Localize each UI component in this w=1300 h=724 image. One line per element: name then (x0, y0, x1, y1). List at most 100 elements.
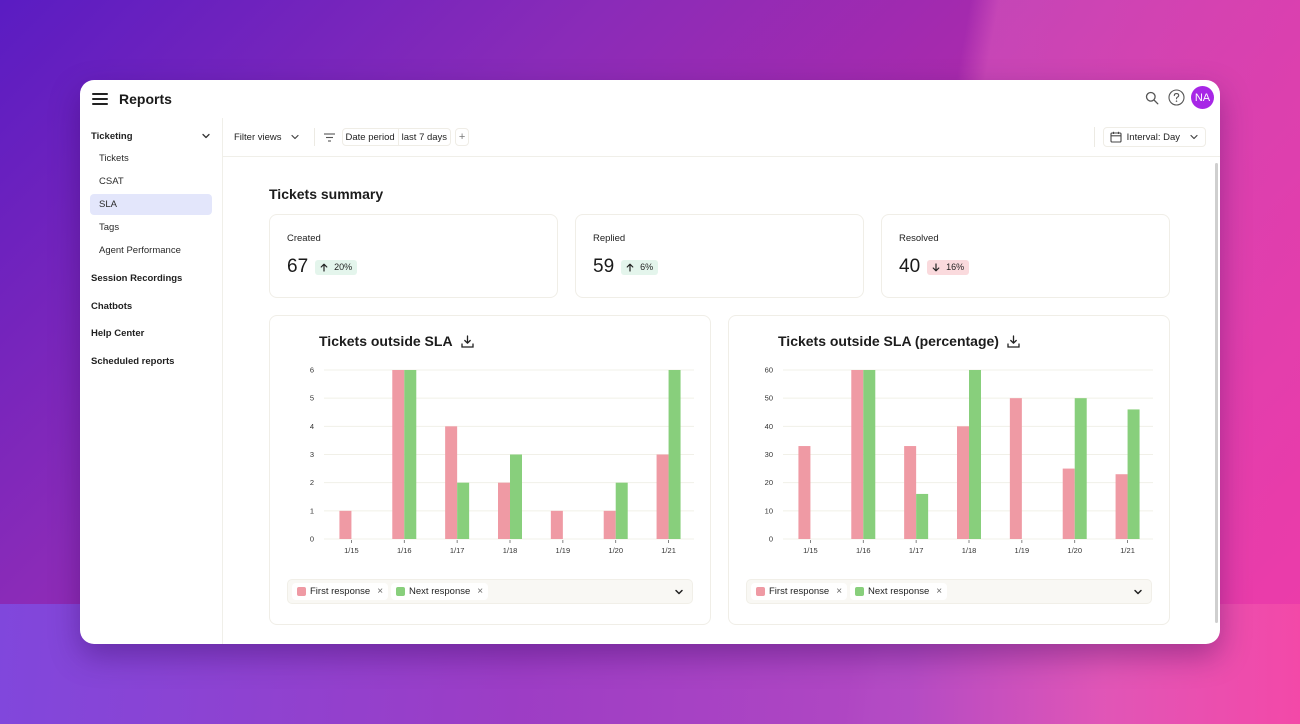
sidebar-item-agent-performance[interactable]: Agent Performance (90, 240, 212, 261)
bar-next-response (615, 482, 628, 539)
close-icon[interactable]: × (377, 586, 383, 597)
body-area: Ticketing Tickets CSAT SLA Tags Agent Pe… (80, 118, 1220, 644)
chart-title: Tickets outside SLA (percentage) (778, 333, 999, 349)
sidebar-item-csat[interactable]: CSAT (90, 171, 212, 192)
x-tick-label: 1/21 (661, 546, 676, 555)
add-filter-button[interactable]: + (455, 128, 470, 146)
legend-item-first-response[interactable]: First response × (751, 583, 848, 600)
x-tick-label: 1/18 (503, 546, 518, 555)
sidebar-item-tags[interactable]: Tags (90, 217, 212, 238)
bar-first-response (1062, 468, 1075, 539)
chevron-down-icon (202, 133, 210, 139)
arrow-down-icon (932, 262, 940, 271)
x-tick-label: 1/17 (909, 546, 924, 555)
legend-swatch (855, 587, 865, 596)
charts-row: Tickets outside SLA 0 1 2 3 4 5 6 1/15 1/16 1/17 1… (269, 315, 1220, 625)
bar-next-response (510, 454, 522, 539)
y-tick-label: 1 (310, 506, 314, 515)
sidebar-item-help-center[interactable]: Help Center (90, 320, 212, 348)
sidebar-item-tickets[interactable]: Tickets (90, 148, 212, 169)
legend-item-first-response[interactable]: First response × (292, 583, 389, 600)
y-tick-label: 60 (765, 366, 773, 375)
y-tick-label: 5 (310, 394, 314, 403)
avatar[interactable]: NA (1191, 86, 1214, 109)
search-icon[interactable] (1143, 89, 1161, 107)
bar-first-response (392, 370, 405, 539)
x-tick-label: 1/15 (803, 546, 818, 555)
legend-bar: First response × Next response × (746, 579, 1152, 604)
interval-dropdown[interactable]: Interval: Day (1102, 127, 1206, 147)
filter-icon[interactable] (323, 132, 336, 143)
filter-views-label: Filter views (234, 131, 282, 143)
bar-first-response (339, 510, 352, 539)
chevron-down-icon[interactable] (674, 587, 684, 597)
chart-card-tickets-outside-sla: Tickets outside SLA 0 1 2 3 4 5 6 1/15 1/16 1/17 1… (269, 315, 711, 625)
bar-first-response (550, 510, 563, 539)
y-tick-label: 30 (765, 450, 773, 459)
close-icon[interactable]: × (936, 586, 942, 597)
date-period-value: last 7 days (401, 131, 448, 143)
sidebar: Ticketing Tickets CSAT SLA Tags Agent Pe… (80, 118, 223, 644)
change-badge: 6% (621, 259, 659, 275)
bar-chart: 0 1 2 3 4 5 6 1/15 1/16 1/17 1/18 1/19 1/20 1/21 (310, 366, 694, 555)
stat-label: Created (287, 233, 321, 244)
sidebar-item-sla[interactable]: SLA (90, 194, 212, 215)
download-icon[interactable] (460, 334, 474, 348)
sidebar-item-scheduled-reports[interactable]: Scheduled reports (90, 348, 212, 376)
close-icon[interactable]: × (477, 586, 483, 597)
bar-next-response (404, 370, 417, 539)
interval-wrap: Interval: Day (1093, 127, 1206, 147)
chevron-down-icon[interactable] (1133, 587, 1143, 597)
filter-bar: Filter views Date period last 7 days + I… (223, 118, 1220, 157)
app-window: Reports NA Ticketing Tickets CSAT SLA Ta… (80, 80, 1220, 644)
x-tick-label: 1/15 (344, 546, 359, 555)
legend-swatch (297, 587, 306, 596)
bar-next-response (1127, 409, 1140, 539)
bar-first-response (1009, 398, 1022, 539)
scrollbar[interactable] (1215, 163, 1218, 623)
bar-first-response (445, 426, 458, 539)
y-tick-label: 20 (765, 478, 773, 487)
legend-bar: First response × Next response × (287, 579, 693, 604)
date-period-filter[interactable]: Date period last 7 days (341, 128, 452, 146)
bar-next-response (457, 482, 470, 539)
sidebar-group-ticketing[interactable]: Ticketing (90, 126, 212, 146)
stat-value: 40 (899, 256, 921, 277)
close-icon[interactable]: × (836, 586, 842, 597)
bar-first-response (603, 510, 616, 539)
download-icon[interactable] (1007, 334, 1020, 348)
bar-next-response (863, 370, 876, 539)
legend-item-next-response[interactable]: Next response × (850, 583, 948, 600)
filter-views-dropdown[interactable]: Filter views (234, 132, 300, 143)
stat-label: Resolved (899, 233, 939, 244)
x-tick-label: 1/17 (450, 546, 465, 555)
calendar-icon (1110, 131, 1122, 143)
arrow-up-icon (626, 263, 634, 272)
top-right-actions: NA (1143, 86, 1214, 109)
page-title: Reports (119, 91, 172, 107)
legend-swatch (756, 587, 765, 596)
sidebar-item-session-recordings[interactable]: Session Recordings (90, 265, 212, 293)
stat-row: 67 20% (287, 256, 540, 278)
chart-title: Tickets outside SLA (319, 333, 453, 349)
top-bar: Reports NA (80, 80, 1220, 118)
legend-item-next-response[interactable]: Next response × (391, 583, 489, 600)
y-tick-label: 2 (310, 478, 314, 487)
divider (313, 128, 315, 146)
chart-title-wrap: Tickets outside SLA (319, 333, 474, 349)
hamburger-icon[interactable] (92, 93, 108, 105)
legend-label: Next response (868, 586, 930, 597)
sidebar-item-chatbots[interactable]: Chatbots (90, 293, 212, 321)
bar-first-response (656, 454, 669, 539)
stat-row: 59 6% (593, 256, 846, 278)
chart-title-wrap: Tickets outside SLA (percentage) (778, 333, 1020, 349)
summary-cards: Created 67 20% Replied 59 6% Resolved 40… (269, 214, 1220, 298)
bar-next-response (969, 370, 981, 539)
help-icon[interactable] (1167, 89, 1185, 107)
x-tick-label: 1/16 (856, 546, 871, 555)
x-tick-label: 1/20 (608, 546, 623, 555)
bar-chart: 0 10 20 30 40 50 60 1/15 1/16 1/17 1/18 1/19 1/20 1/2… (765, 366, 1153, 555)
stat-value: 59 (593, 256, 615, 277)
sidebar-group-label: Ticketing (91, 130, 133, 142)
stat-card-resolved: Resolved 40 16% (881, 214, 1170, 298)
